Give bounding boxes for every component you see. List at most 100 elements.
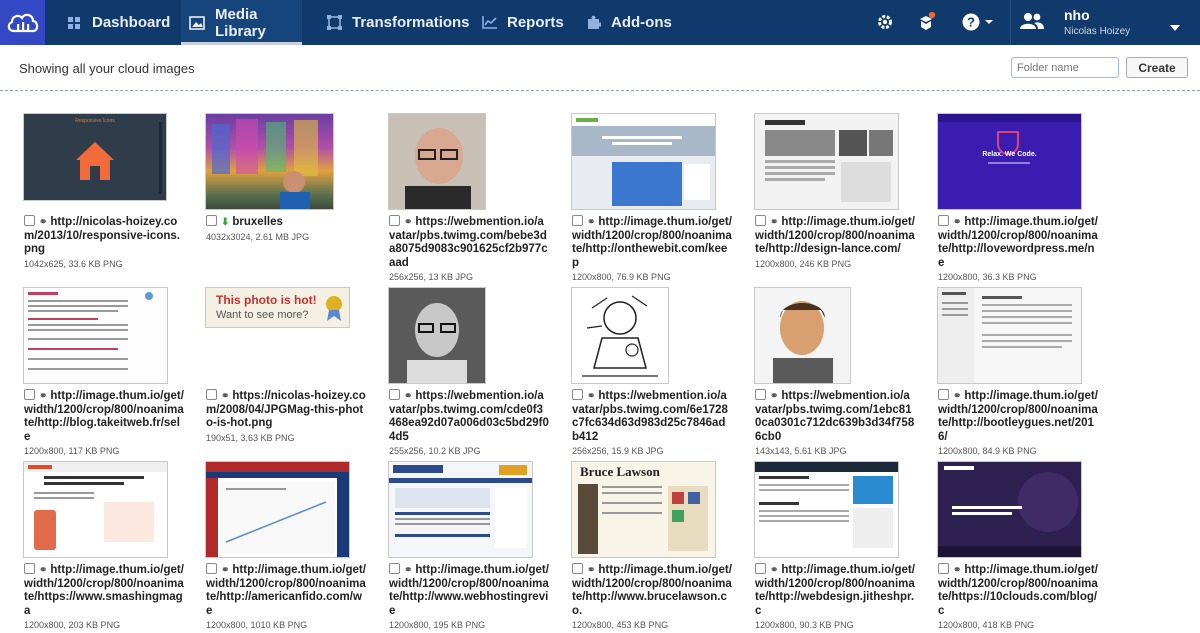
select-checkbox[interactable] xyxy=(389,563,400,574)
select-checkbox[interactable] xyxy=(572,215,583,226)
select-checkbox[interactable] xyxy=(938,563,949,574)
asset-thumbnail[interactable] xyxy=(938,462,1081,557)
select-checkbox[interactable] xyxy=(206,215,217,226)
asset-thumbnail[interactable]: Bruce Lawson xyxy=(572,462,715,557)
nav-divider xyxy=(1010,0,1011,45)
asset-thumbnail[interactable] xyxy=(755,462,898,557)
link-icon: ⚭ xyxy=(39,565,48,576)
asset-thumbnail[interactable] xyxy=(24,462,167,557)
asset-thumbnail[interactable]: Relax. We Code. xyxy=(938,114,1081,209)
select-checkbox[interactable] xyxy=(572,389,583,400)
asset-title: http://nicolas-hoizey.com/2013/10/respon… xyxy=(24,216,180,255)
website-screenshot xyxy=(572,114,715,209)
asset-thumbnail[interactable]: Responsive Icons xyxy=(24,114,166,200)
asset-thumbnail[interactable]: This photo is hot! Want to see more? xyxy=(206,288,349,327)
award-badge-icon xyxy=(324,294,344,327)
cloudinary-logo[interactable] xyxy=(0,0,45,45)
asset-title: https://webmention.io/avatar/pbs.twimg.c… xyxy=(389,390,549,443)
asset-caption: ⚭ http://image.thum.io/get/width/1200/cro… xyxy=(755,215,915,269)
asset-meta: 1200x800, 36.3 KB PNG xyxy=(938,272,1037,282)
asset-meta: 255x256, 10.2 KB JPG xyxy=(389,446,481,456)
link-icon: ⚭ xyxy=(404,217,413,228)
asset-caption: ⚭ http://image.thum.io/get/width/1200/cro… xyxy=(938,389,1098,456)
asset-title: http://image.thum.io/get/width/1200/crop… xyxy=(389,564,549,617)
notifications-icon[interactable] xyxy=(915,11,937,33)
website-screenshot xyxy=(938,462,1081,557)
avatar-photo xyxy=(389,288,485,383)
asset-title: http://image.thum.io/get/width/1200/crop… xyxy=(206,564,366,617)
nav-transformations[interactable]: Transformations xyxy=(326,0,470,45)
asset-title: https://nicolas-hoizey.com/2008/04/JPGMa… xyxy=(206,390,366,429)
asset-caption: ⚭ https://webmention.io/avatar/pbs.twimg.… xyxy=(755,389,915,456)
user-menu[interactable]: nho Nicolas Hoizey xyxy=(1018,0,1198,45)
asset-thumbnail[interactable] xyxy=(389,462,532,557)
asset-meta: 1200x800, 84.9 KB PNG xyxy=(938,446,1037,456)
asset-caption: ⚭ http://nicolas-hoizey.com/2013/10/respo… xyxy=(24,215,184,269)
select-checkbox[interactable] xyxy=(206,563,217,574)
link-icon: ⚭ xyxy=(221,391,230,402)
asset-title: http://image.thum.io/get/width/1200/crop… xyxy=(938,564,1098,617)
website-screenshot xyxy=(765,120,893,202)
select-checkbox[interactable] xyxy=(755,389,766,400)
asset-thumbnail[interactable] xyxy=(24,288,167,383)
thumb-headline: This photo is hot! xyxy=(216,293,317,307)
website-screenshot xyxy=(389,465,532,548)
asset-thumbnail[interactable] xyxy=(938,288,1081,383)
link-icon: ⚭ xyxy=(587,217,596,228)
website-screenshot xyxy=(578,484,708,554)
select-checkbox[interactable] xyxy=(389,215,400,226)
folder-name-input[interactable] xyxy=(1011,57,1119,78)
users-icon xyxy=(1020,12,1044,35)
settings-gear-icon[interactable] xyxy=(874,11,896,33)
select-checkbox[interactable] xyxy=(24,563,35,574)
link-icon: ⚭ xyxy=(587,391,596,402)
asset-caption: ⚭ http://image.thum.io/get/width/1200/cro… xyxy=(755,563,915,630)
asset-meta: 1200x800, 203 KB PNG xyxy=(24,620,121,630)
asset-thumbnail[interactable] xyxy=(755,114,898,209)
select-checkbox[interactable] xyxy=(755,215,766,226)
help-menu-icon[interactable]: ? xyxy=(961,11,995,33)
asset-thumbnail[interactable] xyxy=(389,288,485,383)
asset-caption: ⚭ https://webmention.io/avatar/pbs.twimg.… xyxy=(572,389,732,456)
asset-thumbnail[interactable] xyxy=(572,288,668,383)
asset-thumbnail[interactable] xyxy=(572,114,715,209)
asset-meta: 4032x3024, 2.61 MB JPG xyxy=(206,231,310,242)
top-navbar: Dashboard Media Library Transformations … xyxy=(0,0,1200,45)
nav-addons[interactable]: Add-ons xyxy=(585,0,672,45)
reports-icon xyxy=(481,15,497,31)
asset-title: http://image.thum.io/get/width/1200/crop… xyxy=(24,564,184,617)
nav-reports[interactable]: Reports xyxy=(481,0,564,45)
asset-caption: ⚭ http://image.thum.io/get/width/1200/cro… xyxy=(24,389,184,456)
asset-meta: 1200x800, 1010 KB PNG xyxy=(206,620,308,630)
link-icon: ⚭ xyxy=(587,565,596,576)
asset-thumbnail[interactable] xyxy=(206,462,349,557)
nav-dashboard[interactable]: Dashboard xyxy=(66,0,170,45)
select-checkbox[interactable] xyxy=(572,563,583,574)
asset-meta: 1200x800, 90.3 KB PNG xyxy=(755,620,854,630)
select-checkbox[interactable] xyxy=(24,215,35,226)
asset-title: bruxelles xyxy=(232,216,283,228)
asset-caption: ⚭ https://nicolas-hoizey.com/2008/04/JPGM… xyxy=(206,389,366,443)
create-folder-button[interactable]: Create xyxy=(1126,57,1188,78)
asset-title: http://image.thum.io/get/width/1200/crop… xyxy=(938,390,1098,443)
nav-media-library[interactable]: Media Library xyxy=(181,0,302,45)
asset-title: https://webmention.io/avatar/pbs.twimg.c… xyxy=(572,390,728,443)
select-checkbox[interactable] xyxy=(938,215,949,226)
asset-thumbnail[interactable] xyxy=(206,114,333,209)
select-checkbox[interactable] xyxy=(938,389,949,400)
asset-caption: ⚭ http://image.thum.io/get/width/1200/cro… xyxy=(938,215,1098,282)
select-checkbox[interactable] xyxy=(24,389,35,400)
asset-caption: ⚭ http://image.thum.io/get/width/1200/cro… xyxy=(572,563,732,630)
website-screenshot xyxy=(28,292,153,370)
select-checkbox[interactable] xyxy=(755,563,766,574)
asset-thumbnail[interactable] xyxy=(389,114,485,209)
select-checkbox[interactable] xyxy=(389,389,400,400)
svg-text:?: ? xyxy=(967,15,975,30)
asset-title: http://image.thum.io/get/width/1200/crop… xyxy=(24,390,184,443)
website-screenshot xyxy=(206,462,349,557)
asset-caption: ⚭ http://image.thum.io/get/width/1200/cro… xyxy=(389,563,549,630)
link-icon: ⚭ xyxy=(404,565,413,576)
asset-thumbnail[interactable] xyxy=(755,288,850,383)
select-checkbox[interactable] xyxy=(206,389,217,400)
asset-meta: 1200x800, 195 KB PNG xyxy=(389,620,486,630)
